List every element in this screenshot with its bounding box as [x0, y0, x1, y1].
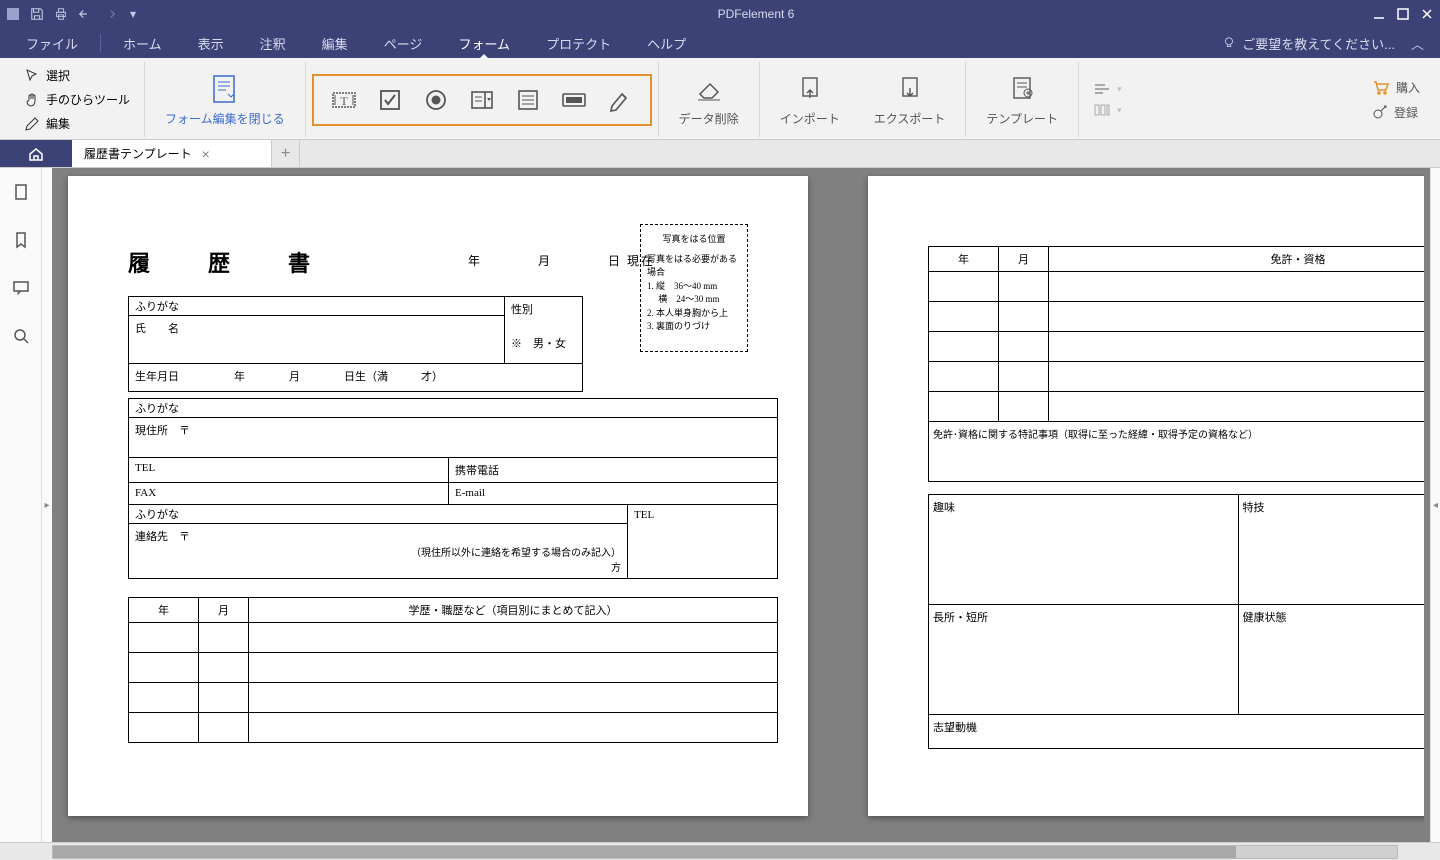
text-field-button[interactable]: T — [330, 86, 358, 114]
template-icon — [1005, 72, 1039, 106]
menu-view[interactable]: 表示 — [180, 28, 242, 58]
print-icon[interactable] — [54, 7, 68, 21]
form-title: 履 歴 書 — [128, 246, 328, 278]
license-table: 年月免許・資格 免許･資格に関する特記事項（取得に至った経緯・取得予定の資格など… — [928, 246, 1424, 482]
ribbon-group-export: エクスポート — [854, 62, 967, 137]
title-bar: ▾ PDFelement 6 — [0, 0, 1440, 28]
ribbon-group-form-fields: T — [306, 62, 659, 137]
button-field-button[interactable] — [560, 86, 588, 114]
lightbulb-icon — [1222, 36, 1236, 50]
bookmark-icon[interactable] — [9, 228, 33, 252]
menu-protect[interactable]: プロテクト — [528, 28, 629, 58]
close-form-edit-button[interactable]: フォーム編集を閉じる — [155, 68, 295, 131]
close-icon[interactable] — [1420, 7, 1434, 21]
listbox-field-button[interactable] — [514, 86, 542, 114]
ribbon: 選択 手のひらツール 編集 フォーム編集を閉じる T データ削除 インポート — [0, 58, 1440, 140]
menu-page[interactable]: ページ — [366, 28, 441, 58]
address-table: ふりがな 現住所 〒 TEL携帯電話 FAXE-mail ふりがなTEL 連絡先… — [128, 398, 778, 579]
search-icon[interactable] — [9, 324, 33, 348]
history-table: 年月学歴・職歴など（項目別にまとめて記入） — [128, 597, 778, 743]
horizontal-scrollbar[interactable] — [0, 842, 1440, 860]
right-collapse-handle[interactable]: ◂ — [1430, 168, 1440, 842]
checkbox-field-button[interactable] — [376, 86, 404, 114]
menu-edit[interactable]: 編集 — [304, 28, 366, 58]
photo-placeholder: 写真をはる位置 写真をはる必要がある場合 1. 縦 36〜40 mm 横 24〜… — [640, 224, 748, 352]
save-icon[interactable] — [30, 7, 44, 21]
pencil-icon — [24, 116, 40, 132]
collapse-ribbon-icon[interactable]: ︿ — [1403, 34, 1432, 53]
document-canvas[interactable]: 履 歴 書 年 月 日 現在 写真をはる位置 写真をはる必要がある場合 1. 縦… — [52, 168, 1430, 842]
thumbnails-icon[interactable] — [9, 180, 33, 204]
buy-button[interactable]: 購入 — [1372, 79, 1420, 96]
register-button[interactable]: 登録 — [1372, 104, 1420, 121]
menu-file[interactable]: ファイル — [8, 28, 96, 58]
new-tab-button[interactable]: + — [272, 140, 300, 167]
ribbon-group-tools: 選択 手のひらツール 編集 — [10, 62, 145, 137]
home-tab[interactable] — [0, 140, 72, 167]
form-document-icon — [208, 72, 242, 106]
hand-tool[interactable]: 手のひらツール — [20, 89, 134, 110]
app-icon — [6, 7, 20, 21]
tab-close-icon[interactable]: × — [202, 146, 210, 162]
page-2[interactable]: 年月免許・資格 免許･資格に関する特記事項（取得に至った経緯・取得予定の資格など… — [868, 176, 1424, 816]
menu-comment[interactable]: 注釈 — [242, 28, 304, 58]
import-button[interactable]: インポート — [770, 68, 850, 131]
feedback-link[interactable]: ご要望を教えてください... — [1214, 34, 1403, 53]
menu-bar: ファイル ホーム 表示 注釈 編集 ページ フォーム プロテクト ヘルプ ご要望… — [0, 28, 1440, 58]
tab-title: 履歴書テンプレート — [84, 145, 192, 162]
document-tab[interactable]: 履歴書テンプレート × — [72, 140, 272, 167]
radio-field-button[interactable] — [422, 86, 450, 114]
date-line: 年 月 日 現在 — [468, 252, 655, 269]
left-collapse-handle[interactable]: ▸ — [42, 168, 52, 842]
svg-text:T: T — [340, 94, 348, 108]
page-1[interactable]: 履 歴 書 年 月 日 現在 写真をはる位置 写真をはる必要がある場合 1. 縦… — [68, 176, 808, 816]
ribbon-group-template: テンプレート — [966, 62, 1079, 137]
signature-field-button[interactable] — [606, 86, 634, 114]
menu-help[interactable]: ヘルプ — [629, 28, 704, 58]
menu-form[interactable]: フォーム — [440, 28, 528, 58]
personal-table: 趣味特技 長所・短所健康状態 志望動機 — [928, 494, 1424, 749]
export-icon — [893, 72, 927, 106]
minimize-icon[interactable] — [1372, 7, 1386, 21]
ribbon-group-data: データ削除 — [659, 62, 760, 137]
undo-icon[interactable] — [78, 7, 92, 21]
ribbon-group-close-form: フォーム編集を閉じる — [145, 62, 306, 137]
comment-panel-icon[interactable] — [9, 276, 33, 300]
template-button[interactable]: テンプレート — [976, 68, 1068, 131]
hand-icon — [24, 92, 40, 108]
edit-tool[interactable]: 編集 — [20, 113, 134, 134]
ribbon-group-align: ▾ ▾ — [1079, 62, 1136, 137]
eraser-icon — [692, 72, 726, 106]
app-title: PDFelement 6 — [140, 7, 1372, 21]
export-button[interactable]: エクスポート — [864, 68, 956, 131]
feedback-text: ご要望を教えてください... — [1242, 34, 1395, 53]
combobox-field-button[interactable] — [468, 86, 496, 114]
ribbon-group-import: インポート — [760, 62, 854, 137]
left-sidebar — [0, 168, 42, 842]
clear-data-button[interactable]: データ削除 — [669, 68, 749, 131]
distribute-button[interactable]: ▾ — [1089, 101, 1126, 119]
tab-strip: 履歴書テンプレート × + — [0, 140, 1440, 168]
import-icon — [793, 72, 827, 106]
align-button[interactable]: ▾ — [1089, 80, 1126, 98]
main-area: ▸ 履 歴 書 年 月 日 現在 写真をはる位置 写真をはる必要がある場合 1.… — [0, 168, 1440, 842]
cursor-icon — [24, 68, 40, 84]
select-tool[interactable]: 選択 — [20, 65, 134, 86]
maximize-icon[interactable] — [1396, 7, 1410, 21]
redo-icon[interactable] — [102, 7, 116, 21]
menu-home[interactable]: ホーム — [105, 28, 180, 58]
name-table: ふりがな性別※ 男・女 氏 名 生年月日 年 月 日生（満 才） — [128, 296, 583, 392]
qat-dropdown-icon[interactable]: ▾ — [126, 7, 140, 21]
